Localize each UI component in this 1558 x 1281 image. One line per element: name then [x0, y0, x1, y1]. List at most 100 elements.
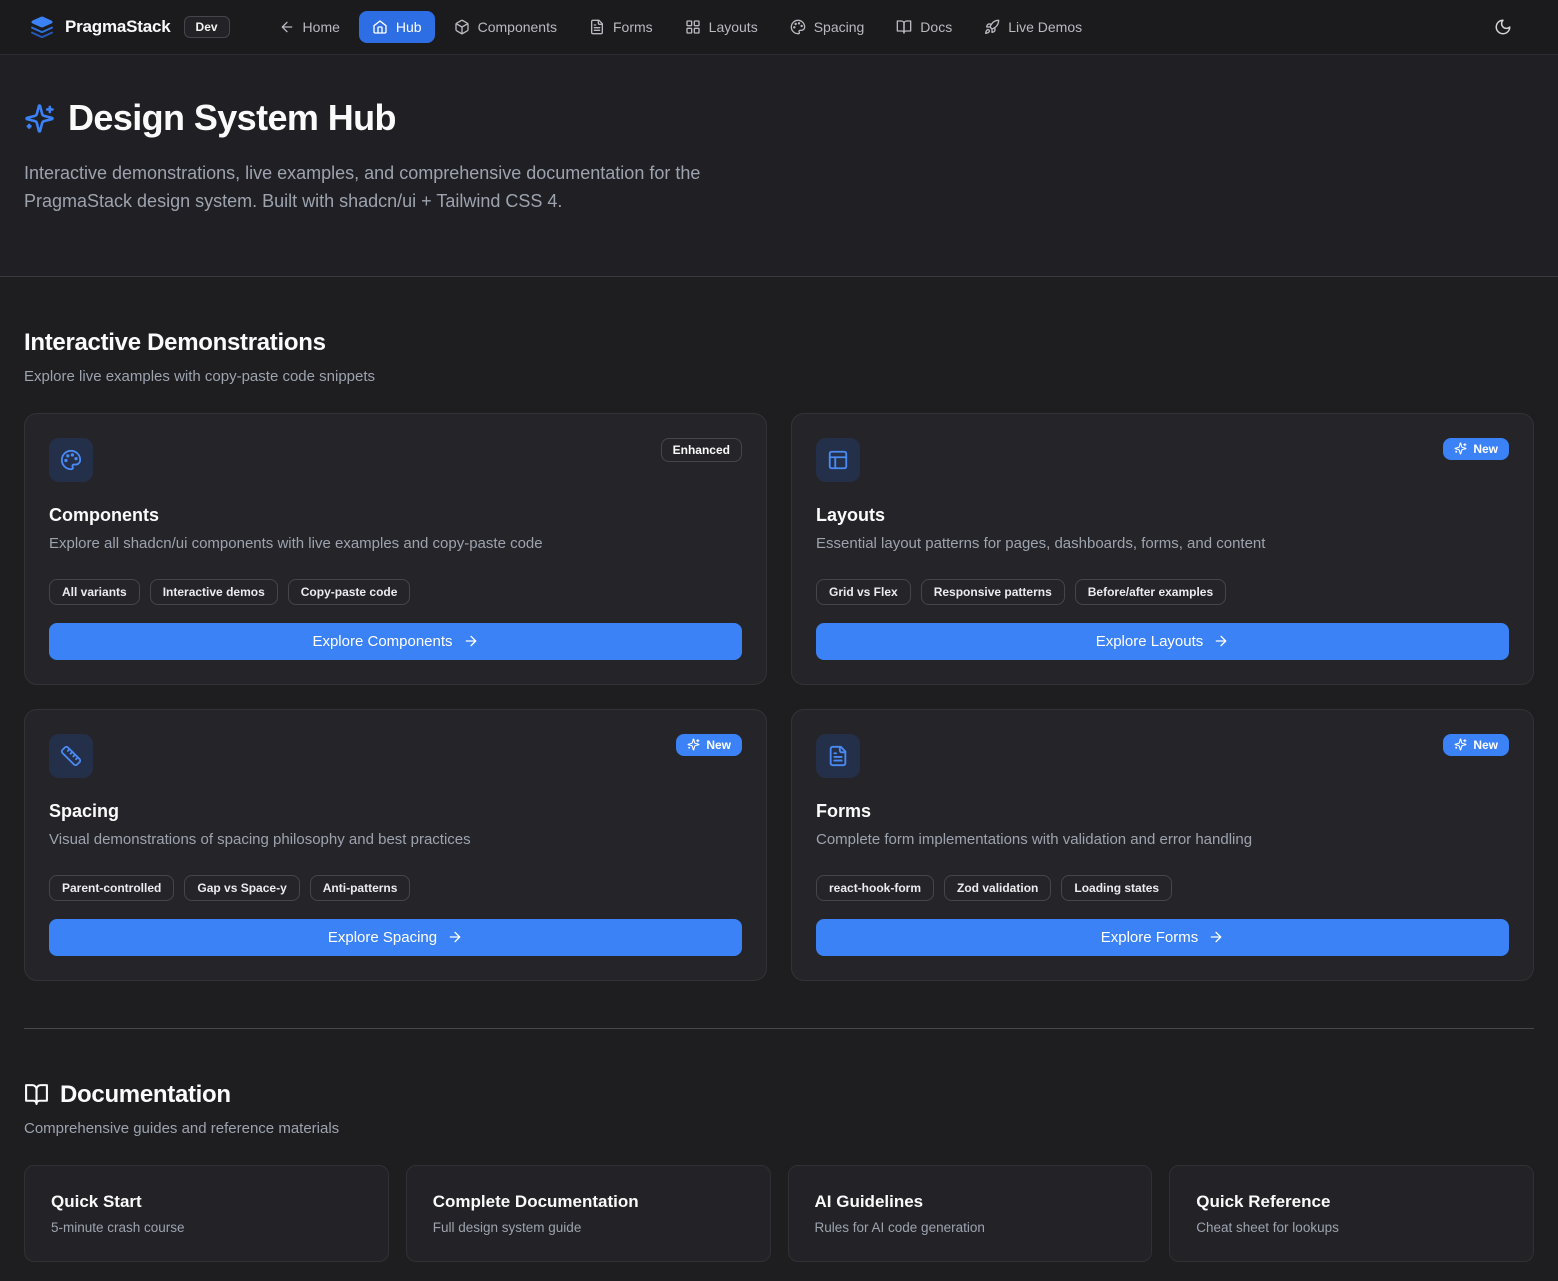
- layers-icon: [30, 15, 54, 39]
- tag-badge: Zod validation: [944, 875, 1051, 901]
- docs-subheading: Comprehensive guides and reference mater…: [24, 1120, 1534, 1137]
- brand-name: PragmaStack: [65, 17, 171, 37]
- page-title: Design System Hub: [68, 97, 396, 139]
- main-content: Interactive Demonstrations Explore live …: [0, 329, 1558, 1281]
- file-text-icon: [589, 19, 605, 35]
- palette-icon: [790, 19, 806, 35]
- tag-badge: Grid vs Flex: [816, 579, 911, 605]
- nav-item-label: Layouts: [709, 19, 758, 35]
- card-tags: Grid vs FlexResponsive patternsBefore/af…: [816, 579, 1509, 605]
- demos-subheading: Explore live examples with copy-paste co…: [24, 368, 1534, 385]
- top-nav: PragmaStack Dev Home Hub Components Forms La…: [0, 0, 1558, 55]
- cta-label: Explore Layouts: [1096, 633, 1204, 650]
- file-text-icon: [827, 745, 849, 767]
- book-open-icon: [896, 19, 912, 35]
- cta-label: Explore Spacing: [328, 929, 437, 946]
- nav-item-label: Home: [303, 19, 340, 35]
- nav-item-docs[interactable]: Docs: [883, 11, 965, 43]
- status-badge: New: [1443, 438, 1509, 460]
- rocket-icon: [984, 19, 1000, 35]
- nav-item-label: Docs: [920, 19, 952, 35]
- explore-forms-button[interactable]: Explore Forms: [816, 919, 1509, 956]
- nav-item-spacing[interactable]: Spacing: [777, 11, 878, 43]
- status-badge: New: [1443, 734, 1509, 756]
- cta-label: Explore Components: [312, 633, 452, 650]
- doc-card-quick-reference[interactable]: Quick Reference Cheat sheet for lookups: [1169, 1165, 1534, 1262]
- nav-item-forms[interactable]: Forms: [576, 11, 666, 43]
- arrow-right-icon: [1208, 929, 1224, 945]
- nav-item-label: Components: [478, 19, 557, 35]
- nav-item-label: Spacing: [814, 19, 865, 35]
- doc-card-grid: Quick Start 5-minute crash course Complete…: [24, 1165, 1534, 1262]
- card-icon-tile: [816, 734, 860, 778]
- status-badge-label: Enhanced: [673, 443, 730, 457]
- doc-card-title: Complete Documentation: [433, 1192, 744, 1212]
- nav-item-label: Live Demos: [1008, 19, 1082, 35]
- nav-item-hub[interactable]: Hub: [359, 11, 435, 43]
- tag-badge: react-hook-form: [816, 875, 934, 901]
- doc-card-description: Cheat sheet for lookups: [1196, 1220, 1507, 1235]
- tag-badge: Parent-controlled: [49, 875, 174, 901]
- explore-layouts-button[interactable]: Explore Layouts: [816, 623, 1509, 660]
- demo-card-layouts: NewLayoutsEssential layout patterns for …: [791, 413, 1534, 685]
- status-badge-label: New: [706, 738, 731, 752]
- card-title: Components: [49, 505, 742, 526]
- doc-card-complete-documentation[interactable]: Complete Documentation Full design system…: [406, 1165, 771, 1262]
- demos-section: Interactive Demonstrations Explore live …: [24, 329, 1534, 981]
- arrow-right-icon: [447, 929, 463, 945]
- card-tags: All variantsInteractive demosCopy-paste …: [49, 579, 742, 605]
- brand-link[interactable]: PragmaStack Dev: [30, 15, 230, 39]
- nav-item-live-demos[interactable]: Live Demos: [971, 11, 1095, 43]
- doc-card-description: 5-minute crash course: [51, 1220, 362, 1235]
- demo-card-grid: Enhanced Components Explore all shadcn/ui …: [24, 413, 1534, 981]
- primary-nav: Home Hub Components Forms Layouts Spacing Docs…: [266, 11, 1452, 43]
- demos-heading: Interactive Demonstrations: [24, 329, 1534, 357]
- card-tags: react-hook-formZod validationLoading sta…: [816, 875, 1509, 901]
- docs-heading: Documentation: [24, 1081, 1534, 1109]
- hero-description: Interactive demonstrations, live example…: [24, 160, 762, 216]
- status-badge: New: [676, 734, 742, 756]
- card-description: Explore all shadcn/ui components with li…: [49, 535, 742, 552]
- nav-item-label: Hub: [396, 19, 422, 35]
- doc-card-title: Quick Start: [51, 1192, 362, 1212]
- theme-toggle-button[interactable]: [1488, 12, 1518, 42]
- demo-card-components: Enhanced Components Explore all shadcn/ui …: [24, 413, 767, 685]
- card-description: Visual demonstrations of spacing philoso…: [49, 831, 742, 848]
- card-title: Forms: [816, 801, 1509, 822]
- doc-card-title: AI Guidelines: [815, 1192, 1126, 1212]
- explore-spacing-button[interactable]: Explore Spacing: [49, 919, 742, 956]
- card-icon-tile: [816, 438, 860, 482]
- card-title: Layouts: [816, 505, 1509, 526]
- tag-badge: Gap vs Space-y: [184, 875, 299, 901]
- demo-card-spacing: New Spacing Visual demonstrations of spaci…: [24, 709, 767, 981]
- house-icon: [372, 19, 388, 35]
- layout-grid-icon: [685, 19, 701, 35]
- doc-card-quick-start[interactable]: Quick Start 5-minute crash course: [24, 1165, 389, 1262]
- doc-card-description: Full design system guide: [433, 1220, 744, 1235]
- tag-badge: Interactive demos: [150, 579, 278, 605]
- doc-card-ai-guidelines[interactable]: AI Guidelines Rules for AI code generatio…: [788, 1165, 1153, 1262]
- dev-badge: Dev: [184, 16, 230, 38]
- palette-icon: [60, 449, 82, 471]
- status-badge-label: New: [1473, 738, 1498, 752]
- tag-badge: Anti-patterns: [310, 875, 411, 901]
- sparkles-icon: [24, 103, 55, 134]
- docs-heading-label: Documentation: [60, 1081, 231, 1109]
- package-icon: [454, 19, 470, 35]
- nav-item-components[interactable]: Components: [441, 11, 570, 43]
- book-open-icon: [24, 1082, 49, 1107]
- explore-components-button[interactable]: Explore Components: [49, 623, 742, 660]
- nav-item-home[interactable]: Home: [266, 11, 353, 43]
- moon-icon: [1494, 18, 1512, 36]
- docs-section: Documentation Comprehensive guides and r…: [24, 1081, 1534, 1262]
- tag-badge: Copy-paste code: [288, 579, 411, 605]
- arrow-right-icon: [1213, 633, 1229, 649]
- arrow-left-icon: [279, 19, 295, 35]
- doc-card-description: Rules for AI code generation: [815, 1220, 1126, 1235]
- section-divider: [24, 1028, 1534, 1029]
- sparkles-icon: [1454, 442, 1467, 455]
- doc-card-title: Quick Reference: [1196, 1192, 1507, 1212]
- card-title: Spacing: [49, 801, 742, 822]
- nav-item-layouts[interactable]: Layouts: [672, 11, 771, 43]
- card-icon-tile: [49, 734, 93, 778]
